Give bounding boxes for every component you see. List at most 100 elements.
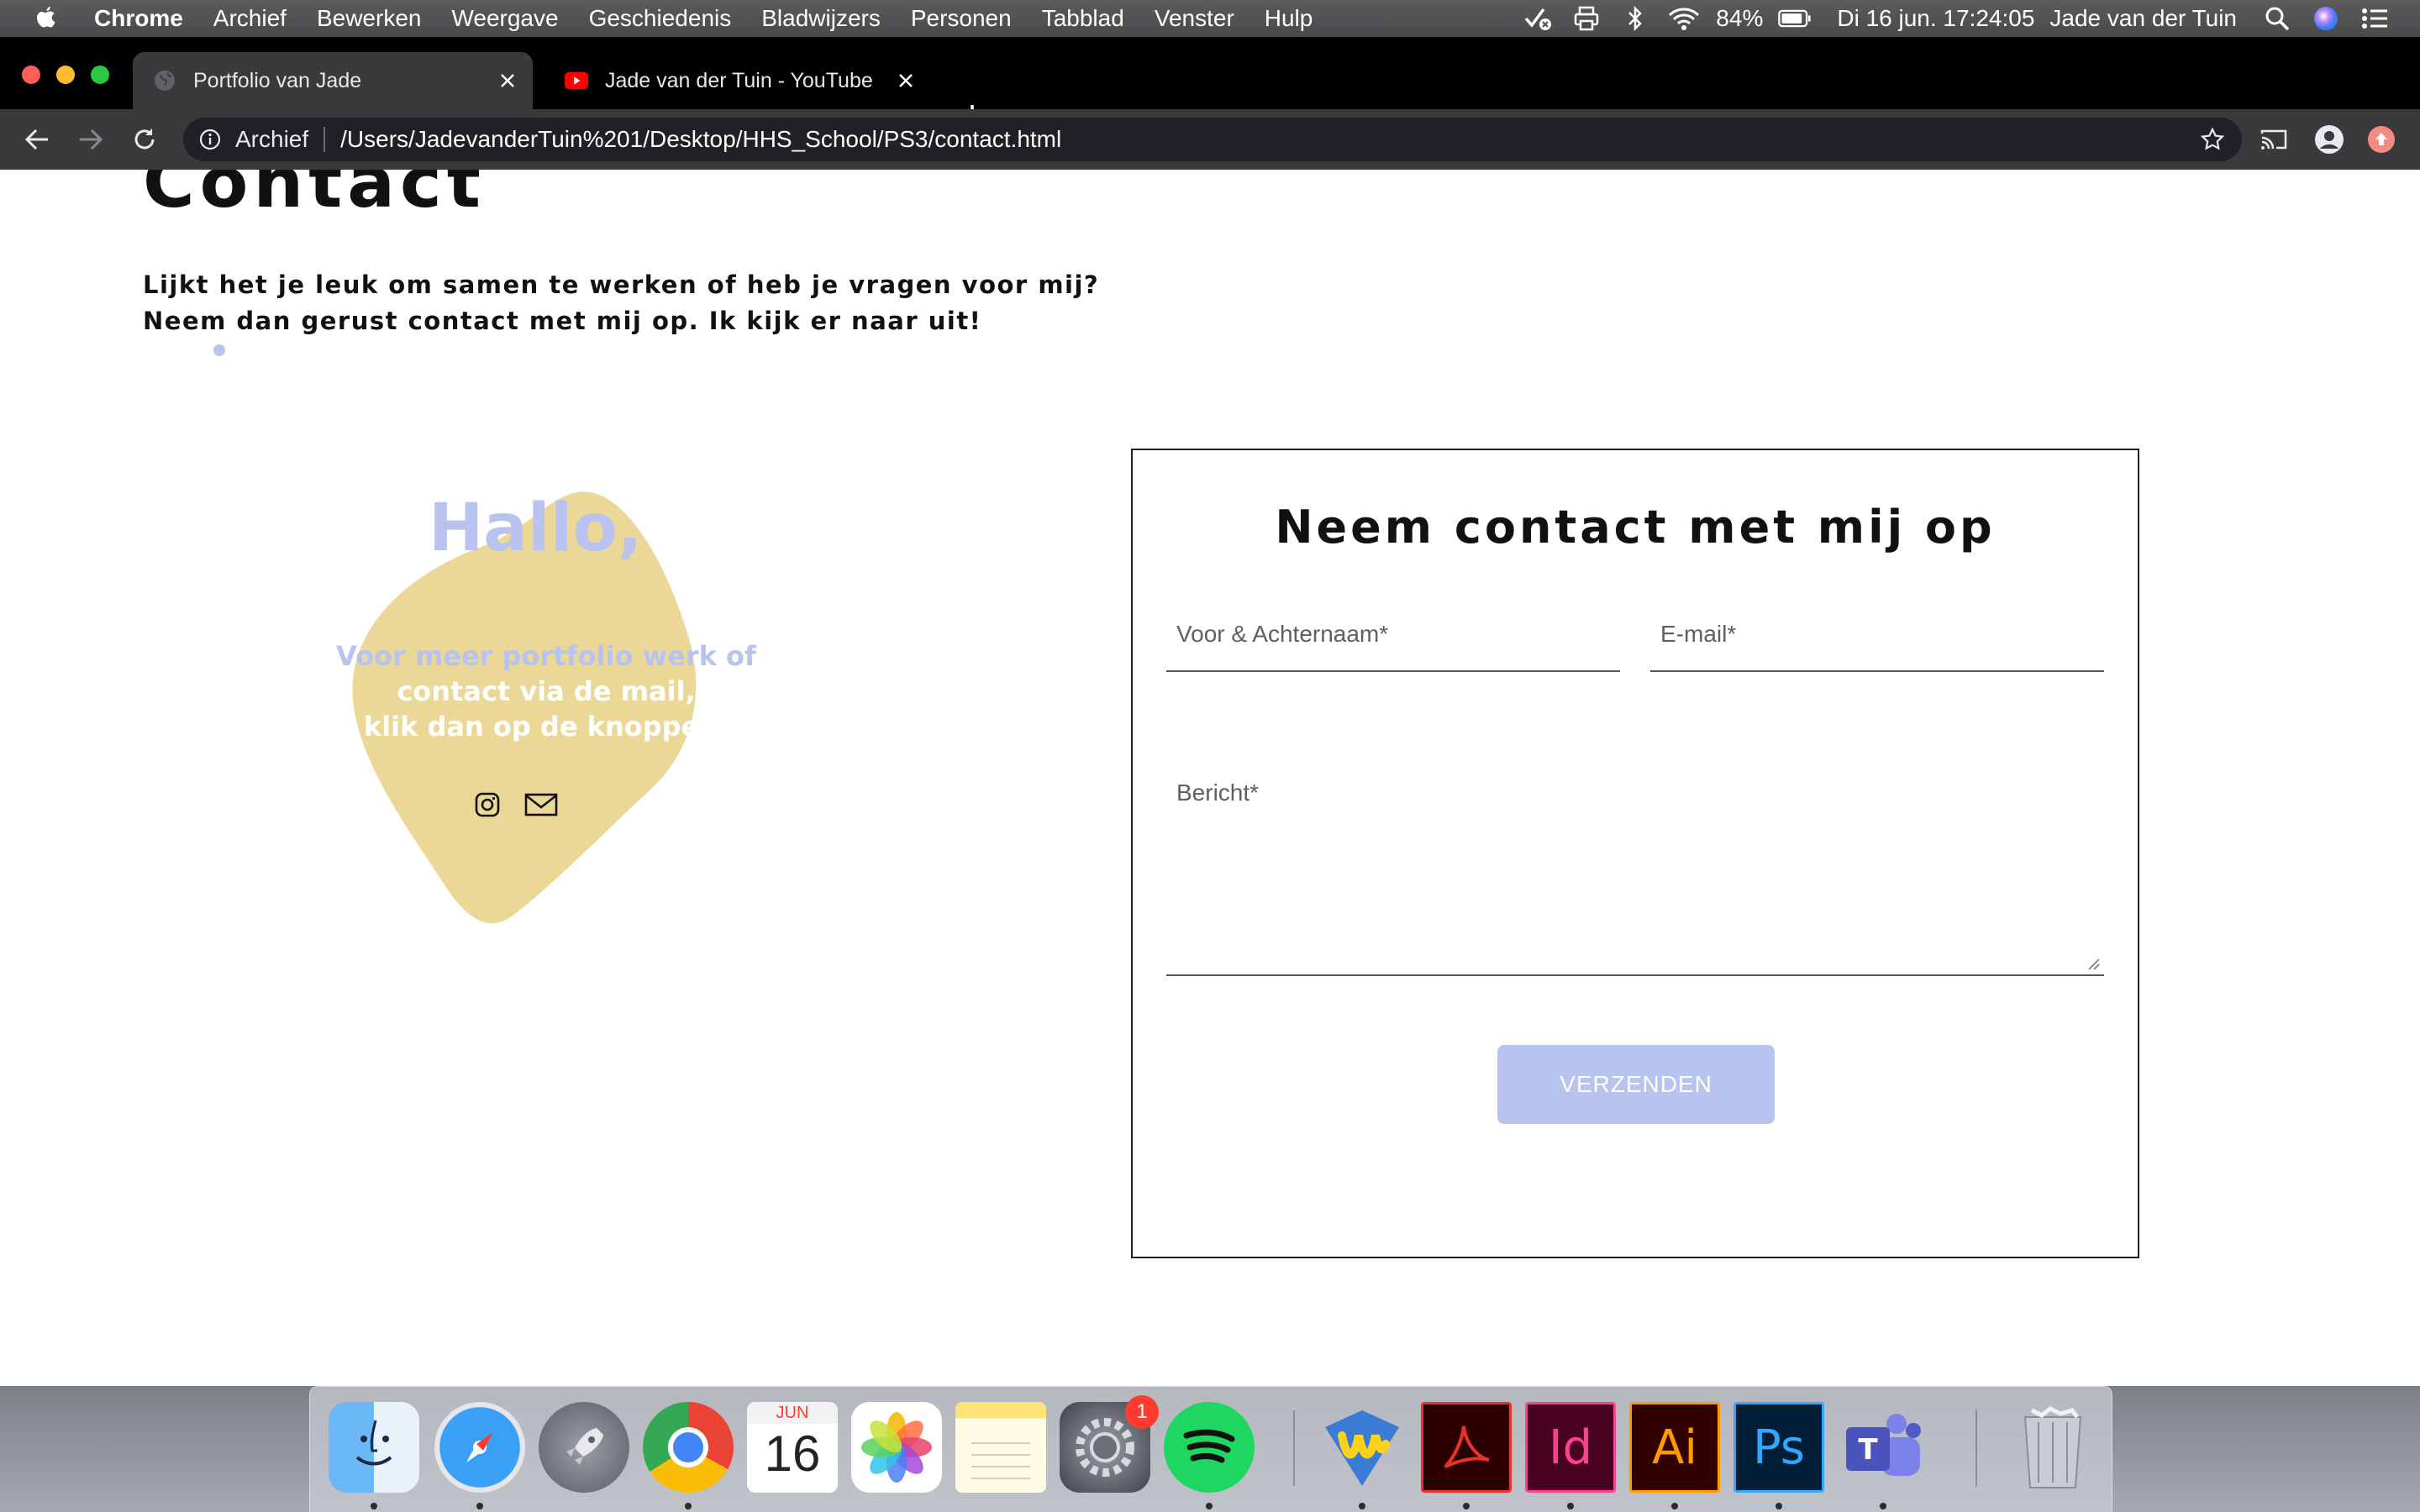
close-tab-icon[interactable]: [494, 67, 521, 94]
calendar-icon[interactable]: JUN 16: [747, 1402, 838, 1493]
menu-geschiedenis[interactable]: Geschiedenis: [589, 5, 732, 32]
indesign-icon[interactable]: Id: [1525, 1402, 1616, 1493]
teams-icon[interactable]: T: [1838, 1402, 1928, 1493]
wifi-icon[interactable]: [1667, 6, 1701, 31]
tab-strip: Portfolio van Jade Jade van der Tuin - Y…: [0, 37, 2420, 125]
spotify-icon[interactable]: [1164, 1402, 1255, 1493]
spotlight-search-icon[interactable]: [2260, 6, 2294, 31]
running-indicator: [1776, 1503, 1782, 1509]
cast-icon[interactable]: [2259, 124, 2289, 155]
instagram-icon[interactable]: [471, 788, 504, 822]
trash-icon[interactable]: [2007, 1402, 2098, 1493]
message-field: [1166, 771, 2104, 976]
bookmark-star-icon[interactable]: [2200, 127, 2225, 152]
forward-arrow-icon[interactable]: [76, 124, 106, 155]
notification-center-icon[interactable]: [2358, 6, 2391, 31]
menu-archief[interactable]: Archief: [213, 5, 287, 32]
decorative-dot: [213, 344, 225, 356]
indesign-label: Id: [1548, 1420, 1593, 1475]
tab-title: Portfolio van Jade: [193, 68, 362, 92]
notes-icon[interactable]: [955, 1402, 1046, 1493]
illustrator-icon[interactable]: Ai: [1629, 1402, 1720, 1493]
youtube-icon: [565, 69, 588, 92]
running-indicator: [1463, 1503, 1470, 1509]
blob-line: contact via de mail,: [397, 675, 696, 707]
blob-text: Voor meer portfolio werk of contact via …: [328, 638, 765, 744]
printer-icon[interactable]: [1570, 6, 1603, 31]
dock-separator: [1293, 1410, 1295, 1486]
running-indicator: [1359, 1503, 1365, 1509]
battery-icon[interactable]: [1778, 6, 1812, 31]
update-icon[interactable]: [2366, 124, 2396, 155]
safari-icon[interactable]: [434, 1402, 525, 1493]
menu-bar: Chrome Archief Bewerken Weergave Geschie…: [0, 0, 2420, 37]
chrome-icon[interactable]: [643, 1402, 734, 1493]
bluetooth-icon[interactable]: [1618, 6, 1652, 31]
email-input[interactable]: [1650, 598, 2104, 670]
screen: Chrome Archief Bewerken Weergave Geschie…: [0, 0, 2420, 1512]
status-area: 84% Di 16 jun. 17:24:05 Jade van der Tui…: [1506, 0, 2420, 37]
minimize-window-button[interactable]: [56, 66, 75, 84]
photos-icon[interactable]: [851, 1402, 942, 1493]
name-field: [1166, 598, 1620, 672]
fetch-app-icon[interactable]: [1317, 1402, 1407, 1493]
message-textarea[interactable]: [1166, 771, 2104, 974]
launchpad-icon[interactable]: [539, 1402, 629, 1493]
globe-icon: [153, 69, 176, 92]
blob-line: klik dan op de knoppen.: [363, 711, 729, 743]
running-indicator: [1671, 1503, 1678, 1509]
reload-icon[interactable]: [129, 124, 160, 155]
social-blob: Hallo, Voor meer portfolio werk of conta…: [336, 489, 773, 926]
apple-icon[interactable]: [34, 4, 59, 33]
dock: JUN 16 1 Id Ai Ps T: [309, 1386, 2112, 1512]
mail-icon[interactable]: [524, 788, 558, 822]
calendar-month: JUN: [747, 1402, 838, 1424]
illustrator-label: Ai: [1652, 1420, 1697, 1475]
close-tab-icon[interactable]: [892, 67, 919, 94]
clock[interactable]: Di 16 jun. 17:24:05: [1837, 5, 2034, 32]
photoshop-label: Ps: [1753, 1420, 1805, 1475]
file-scheme-label: Archief: [235, 126, 309, 152]
url-text[interactable]: /Users/JadevanderTuin%201/Desktop/HHS_Sc…: [340, 126, 1061, 153]
user-name[interactable]: Jade van der Tuin: [2049, 5, 2237, 32]
running-indicator: [1567, 1503, 1574, 1509]
profile-avatar-icon[interactable]: [2314, 124, 2344, 155]
form-heading: Neem contact met mij op: [1275, 501, 1996, 554]
fullscreen-window-button[interactable]: [91, 66, 109, 84]
notification-badge: 1: [1125, 1395, 1159, 1429]
name-input[interactable]: [1166, 598, 1620, 670]
menu-app-name[interactable]: Chrome: [94, 5, 183, 32]
running-indicator: [1880, 1503, 1886, 1509]
calendar-day: 16: [764, 1425, 821, 1482]
menu-bewerken[interactable]: Bewerken: [317, 5, 422, 32]
browser-toolbar: Archief /Users/JadevanderTuin%201/Deskto…: [0, 109, 2420, 170]
intro-line: Lijkt het je leuk om samen te werken of …: [143, 270, 1100, 299]
menu-tabblad[interactable]: Tabblad: [1042, 5, 1124, 32]
finder-icon[interactable]: [329, 1402, 419, 1493]
resize-grip-icon[interactable]: [2086, 956, 2101, 971]
tab-title: Jade van der Tuin - YouTube: [605, 68, 873, 92]
contact-form: Neem contact met mij op VERZENDEN: [1131, 449, 2139, 1258]
running-indicator: [685, 1503, 692, 1509]
menu-bladwijzers[interactable]: Bladwijzers: [761, 5, 881, 32]
menu-hulp[interactable]: Hulp: [1265, 5, 1313, 32]
running-indicator: [476, 1503, 483, 1509]
close-window-button[interactable]: [22, 66, 40, 84]
intro-text: Lijkt het je leuk om samen te werken of …: [143, 267, 1151, 339]
info-icon[interactable]: [198, 128, 222, 151]
tab-portfolio[interactable]: Portfolio van Jade: [133, 52, 533, 109]
menu-venster[interactable]: Venster: [1155, 5, 1234, 32]
menu-personen[interactable]: Personen: [911, 5, 1012, 32]
tab-youtube[interactable]: Jade van der Tuin - YouTube: [544, 52, 931, 109]
submit-button[interactable]: VERZENDEN: [1497, 1045, 1775, 1124]
photoshop-icon[interactable]: Ps: [1733, 1402, 1824, 1493]
address-bar[interactable]: Archief /Users/JadevanderTuin%201/Deskto…: [183, 118, 2242, 161]
menu-weergave[interactable]: Weergave: [451, 5, 558, 32]
back-arrow-icon[interactable]: [22, 124, 52, 155]
running-indicator: [371, 1503, 377, 1509]
siri-icon[interactable]: [2309, 6, 2343, 31]
spellcheck-icon[interactable]: [1521, 6, 1555, 31]
acrobat-icon[interactable]: [1421, 1402, 1512, 1493]
omnibox-divider: [324, 127, 326, 152]
page-title: Contact: [143, 170, 486, 223]
